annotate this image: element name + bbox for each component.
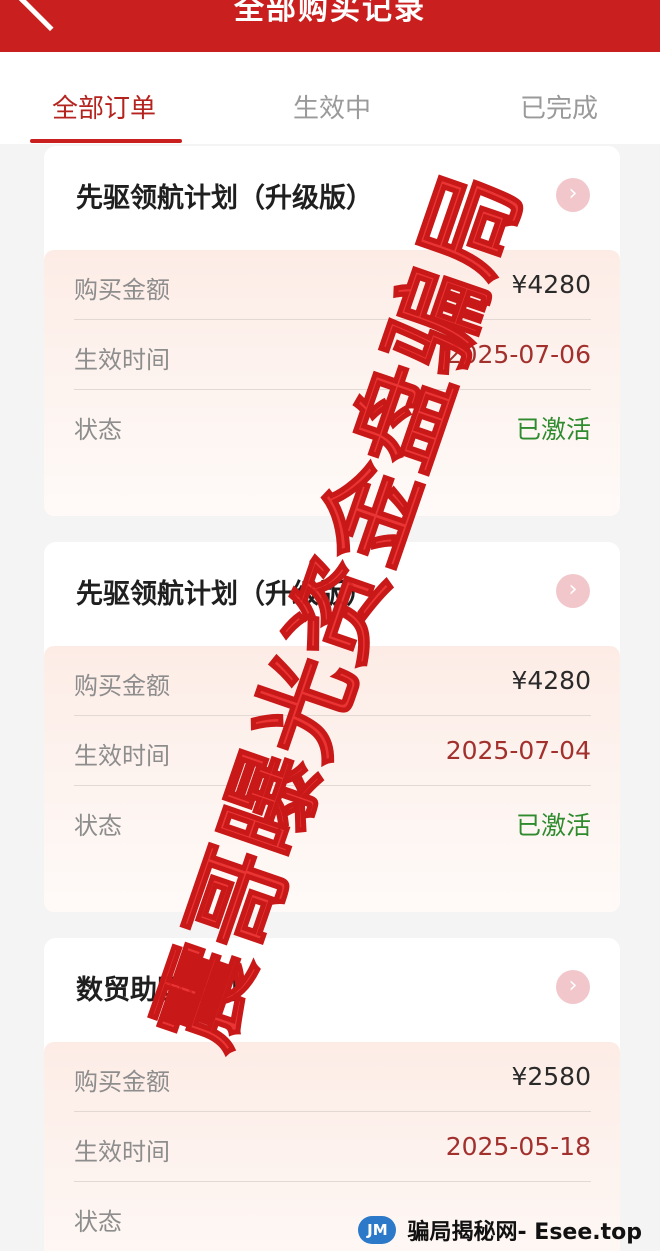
amount-label: 购买金额 [74,276,170,304]
status-value: 已激活 [515,811,591,840]
site-logo: JM [358,1216,397,1244]
tab-completed[interactable]: 已完成 [520,88,598,125]
amount-value: ¥4280 [511,666,591,695]
tab-all-orders[interactable]: 全部订单 [52,88,156,125]
amount-row: 购买金额 ¥2580 [74,1042,591,1112]
effective-date-value: 2025-05-18 [445,1132,591,1161]
status-label: 状态 [74,812,122,840]
tab-in-effect[interactable]: 生效中 [293,88,371,125]
amount-value: ¥4280 [511,270,591,299]
app-header: 全部购买记录 [0,0,660,52]
status-value: 已激活 [515,415,591,444]
status-label: 状态 [74,1208,122,1236]
active-tab-indicator [30,139,182,143]
site-footer: JM 骗局揭秘网- Esee.top [358,1214,642,1246]
effective-date-row: 生效时间 2025-05-18 [74,1112,591,1182]
order-tabs: 全部订单 生效中 已完成 [0,52,660,144]
status-label: 状态 [74,416,122,444]
effective-date-label: 生效时间 [74,346,170,374]
amount-label: 购买金额 [74,1068,170,1096]
page-title: 全部购买记录 [234,0,426,27]
amount-label: 购买金额 [74,672,170,700]
effective-date-label: 生效时间 [74,742,170,770]
order-title: 先驱领航计划（升级版） [76,183,373,214]
effective-date-label: 生效时间 [74,1138,170,1166]
effective-date-value: 2025-07-04 [445,736,591,765]
chevron-right-icon[interactable]: › [556,574,590,608]
chevron-right-icon[interactable]: › [556,178,590,212]
amount-value: ¥2580 [511,1062,591,1091]
site-name: 骗局揭秘网- Esee.top [407,1220,643,1245]
chevron-right-icon[interactable]: › [556,970,590,1004]
